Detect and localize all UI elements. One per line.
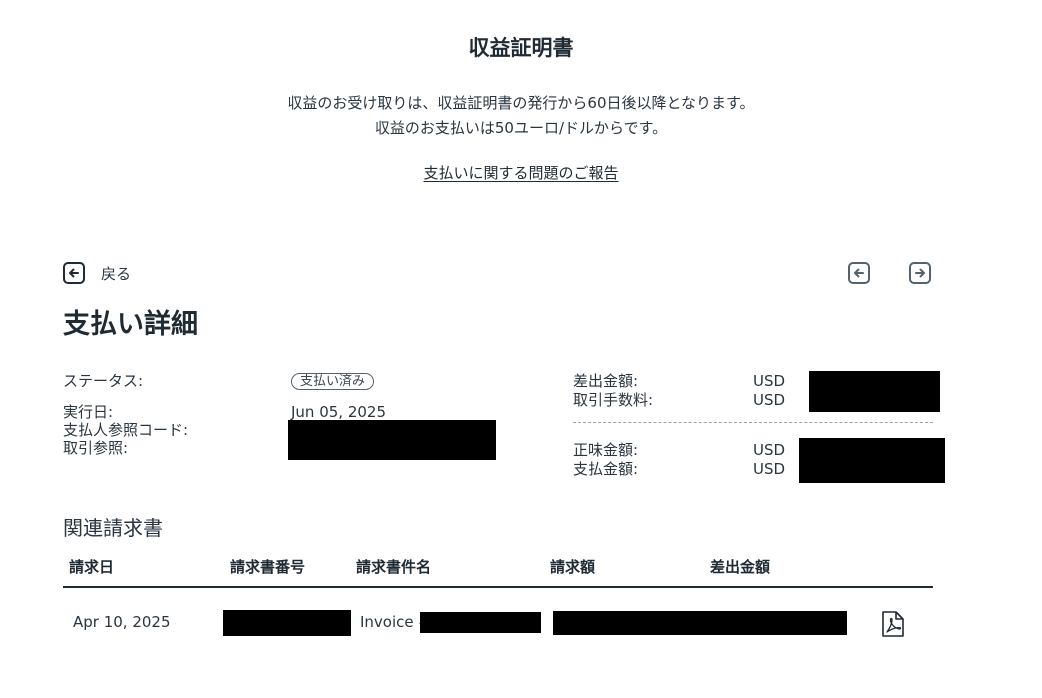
previous-payment-icon[interactable] — [848, 262, 870, 284]
redacted-sent-and-fee-amounts — [809, 371, 940, 412]
redacted-invoice-number — [223, 610, 351, 636]
payout-notice-line-1: 収益のお受け取りは、収益証明書の発行から60日後以降となります。 — [287, 94, 755, 112]
net-amount-currency: USD — [753, 441, 786, 459]
invoice-date-cell: Apr 10, 2025 — [73, 613, 171, 631]
execution-date-label: 実行日: — [63, 403, 114, 421]
fee-currency: USD — [753, 391, 786, 409]
transaction-reference-label: 取引参照: — [63, 439, 129, 457]
column-header-invoice-number: 請求書番号 — [230, 558, 306, 576]
paid-amount-currency: USD — [753, 460, 786, 478]
arrow-left-square-icon — [63, 262, 85, 284]
status-label: ステータス: — [63, 372, 144, 390]
payer-reference-label: 支払人参照コード: — [63, 421, 189, 439]
report-link-container: 支払いに関する問題のご報告 — [0, 162, 1042, 183]
fee-label: 取引手数料: — [573, 391, 654, 409]
redacted-invoice-amounts — [553, 611, 847, 635]
net-amount-label: 正味金額: — [573, 441, 639, 459]
sent-amount-label: 差出金額: — [573, 372, 639, 390]
payment-details-title: 支払い詳細 — [63, 309, 198, 340]
status-badge: 支払い済み — [291, 373, 375, 390]
redacted-references — [288, 420, 496, 460]
execution-date-value: Jun 05, 2025 — [291, 403, 387, 421]
payout-notice-line-2: 収益のお支払いは50ユーロ/ドルからです。 — [374, 119, 668, 137]
column-header-invoice-date: 請求日 — [69, 558, 115, 576]
related-invoices-title: 関連請求書 — [63, 516, 163, 540]
redacted-net-and-paid-amounts — [799, 438, 945, 483]
paid-amount-label: 支払金額: — [573, 460, 639, 478]
table-header-divider — [63, 586, 933, 588]
column-header-invoice-amount: 請求額 — [550, 558, 596, 576]
column-header-invoice-subject: 請求書件名 — [356, 558, 432, 576]
amount-divider — [573, 422, 933, 423]
back-label: 戻る — [101, 264, 132, 283]
back-button[interactable]: 戻る — [63, 262, 131, 284]
report-payment-issue-link[interactable]: 支払いに関する問題のご報告 — [423, 164, 618, 182]
sent-amount-currency: USD — [753, 372, 786, 390]
next-payment-icon[interactable] — [909, 262, 931, 284]
column-header-sent-amount: 差出金額 — [710, 558, 771, 576]
pdf-file-icon[interactable] — [881, 611, 905, 637]
redacted-invoice-subject — [420, 612, 541, 633]
page-title: 収益証明書 — [468, 36, 574, 60]
